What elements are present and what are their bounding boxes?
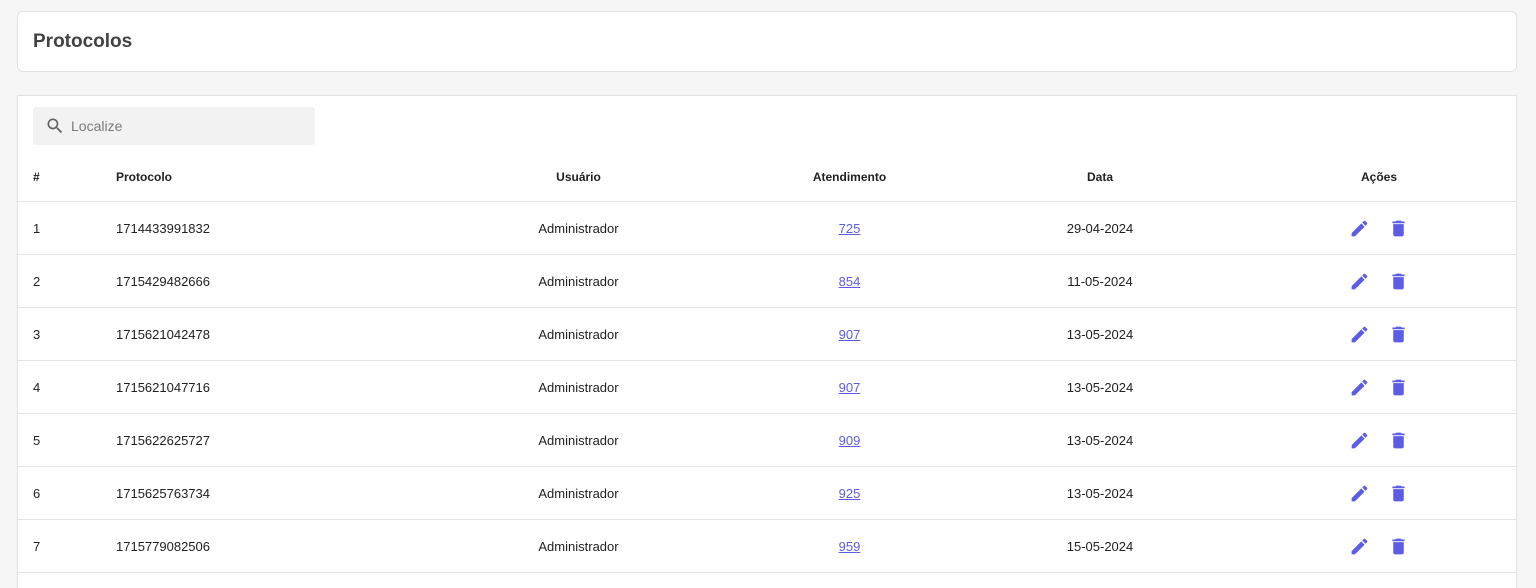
row-atendimento-cell: 909 <box>741 413 958 467</box>
search-box[interactable] <box>33 107 315 145</box>
row-protocolo: 1714433991832 <box>116 201 416 255</box>
row-actions <box>1242 201 1516 255</box>
table-row: 2 1715429482666 Administrador 854 11-05-2024 <box>18 254 1516 308</box>
row-atendimento-cell: 925 <box>741 466 958 520</box>
delete-icon[interactable] <box>1388 430 1409 451</box>
row-actions <box>1242 254 1516 308</box>
row-atendimento-cell: 959 <box>741 519 958 573</box>
column-header-atendimento[interactable]: Atendimento <box>741 153 958 202</box>
row-actions <box>1242 307 1516 361</box>
row-atendimento-cell: 854 <box>741 254 958 308</box>
edit-icon[interactable] <box>1349 377 1370 398</box>
row-data: 15-05-2024 <box>958 519 1242 573</box>
row-actions <box>1242 360 1516 414</box>
row-number: 5 <box>18 413 116 467</box>
table-row: 6 1715625763734 Administrador 925 13-05-2024 <box>18 466 1516 520</box>
table-header-row: # Protocolo Usuário Atendimento Data Açõ… <box>18 153 1516 202</box>
row-number: 2 <box>18 254 116 308</box>
atendimento-link[interactable]: 907 <box>839 327 861 342</box>
row-protocolo: 1715622625727 <box>116 413 416 467</box>
row-protocolo: 1715621042478 <box>116 307 416 361</box>
row-data: 13-05-2024 <box>958 413 1242 467</box>
row-usuario: Administrador <box>416 519 741 573</box>
delete-icon[interactable] <box>1388 377 1409 398</box>
atendimento-link[interactable]: 854 <box>839 274 861 289</box>
row-number: 3 <box>18 307 116 361</box>
row-usuario: Administrador <box>416 307 741 361</box>
row-usuario: Administrador <box>416 360 741 414</box>
header-card: Protocolos <box>17 11 1517 72</box>
edit-icon[interactable] <box>1349 536 1370 557</box>
protocol-table-card: # Protocolo Usuário Atendimento Data Açõ… <box>17 95 1517 588</box>
edit-icon[interactable] <box>1349 271 1370 292</box>
row-protocolo: 1715429482666 <box>116 254 416 308</box>
row-atendimento-cell: 725 <box>741 201 958 255</box>
table-row: 4 1715621047716 Administrador 907 13-05-2024 <box>18 360 1516 414</box>
table-body: 1 1714433991832 Administrador 725 29-04-2024… <box>18 201 1516 573</box>
row-usuario: Administrador <box>416 466 741 520</box>
column-header-acoes: Ações <box>1242 153 1516 202</box>
column-header-data[interactable]: Data <box>958 153 1242 202</box>
row-number: 6 <box>18 466 116 520</box>
row-data: 13-05-2024 <box>958 466 1242 520</box>
column-header-protocolo[interactable]: Protocolo <box>116 153 416 202</box>
row-data: 11-05-2024 <box>958 254 1242 308</box>
row-protocolo: 1715625763734 <box>116 466 416 520</box>
row-number: 1 <box>18 201 116 255</box>
atendimento-link[interactable]: 909 <box>839 433 861 448</box>
row-data: 29-04-2024 <box>958 201 1242 255</box>
table-row: 1 1714433991832 Administrador 725 29-04-2024 <box>18 201 1516 255</box>
row-usuario: Administrador <box>416 201 741 255</box>
atendimento-link[interactable]: 907 <box>839 380 861 395</box>
edit-icon[interactable] <box>1349 324 1370 345</box>
delete-icon[interactable] <box>1388 324 1409 345</box>
row-protocolo: 1715621047716 <box>116 360 416 414</box>
atendimento-link[interactable]: 925 <box>839 486 861 501</box>
search-icon <box>47 118 63 134</box>
row-data: 13-05-2024 <box>958 360 1242 414</box>
row-protocolo: 1715779082506 <box>116 519 416 573</box>
row-usuario: Administrador <box>416 413 741 467</box>
edit-icon[interactable] <box>1349 483 1370 504</box>
row-usuario: Administrador <box>416 254 741 308</box>
edit-icon[interactable] <box>1349 430 1370 451</box>
atendimento-link[interactable]: 959 <box>839 539 861 554</box>
row-number: 7 <box>18 519 116 573</box>
delete-icon[interactable] <box>1388 271 1409 292</box>
column-header-number[interactable]: # <box>18 153 116 202</box>
atendimento-link[interactable]: 725 <box>839 221 861 236</box>
row-actions <box>1242 519 1516 573</box>
table-row: 7 1715779082506 Administrador 959 15-05-2024 <box>18 519 1516 573</box>
delete-icon[interactable] <box>1388 536 1409 557</box>
row-number: 4 <box>18 360 116 414</box>
delete-icon[interactable] <box>1388 218 1409 239</box>
table-row: 5 1715622625727 Administrador 909 13-05-2024 <box>18 413 1516 467</box>
protocol-table: # Protocolo Usuário Atendimento Data Açõ… <box>18 153 1516 573</box>
search-input[interactable] <box>71 107 301 145</box>
row-actions <box>1242 413 1516 467</box>
page-title: Protocolos <box>33 31 133 52</box>
table-row: 3 1715621042478 Administrador 907 13-05-2024 <box>18 307 1516 361</box>
delete-icon[interactable] <box>1388 483 1409 504</box>
row-atendimento-cell: 907 <box>741 360 958 414</box>
row-data: 13-05-2024 <box>958 307 1242 361</box>
row-actions <box>1242 466 1516 520</box>
row-atendimento-cell: 907 <box>741 307 958 361</box>
column-header-usuario[interactable]: Usuário <box>416 153 741 202</box>
edit-icon[interactable] <box>1349 218 1370 239</box>
